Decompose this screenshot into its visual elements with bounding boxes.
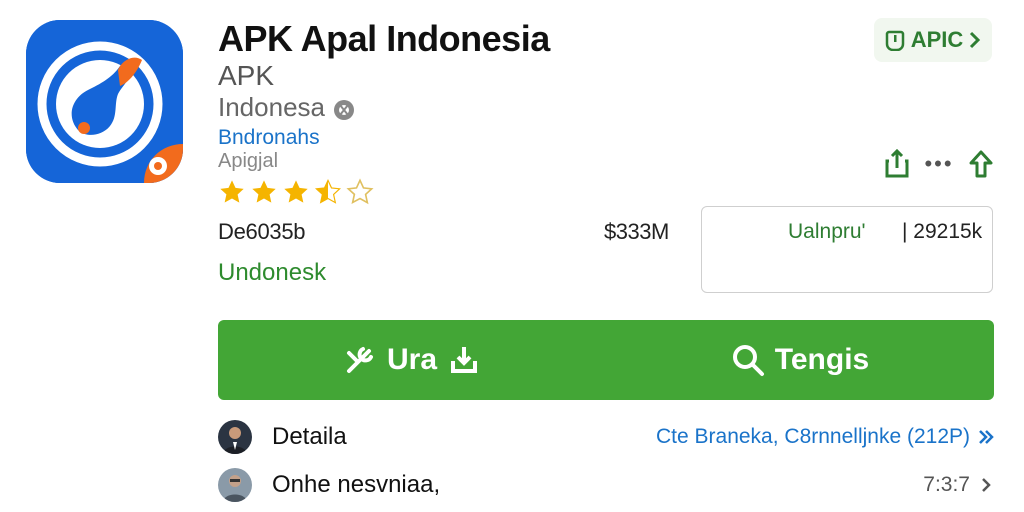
chevron-right-icon <box>982 478 991 492</box>
search-icon <box>732 345 764 376</box>
app-region-label: Indonesa <box>218 92 325 122</box>
upload-arrow-icon[interactable] <box>968 149 994 179</box>
download-stats-box: Ualnpru' | 29215k <box>701 206 993 293</box>
avatar <box>218 468 252 502</box>
download-label: Ualnpru' <box>788 220 866 243</box>
search-button-label: Tengis <box>774 343 870 376</box>
info-row-label: Onhe nesvniaa, <box>272 471 441 498</box>
install-button[interactable]: Ura <box>218 320 606 400</box>
apic-badge-button[interactable]: APIC <box>874 18 992 62</box>
details-row-value: Cte Branekа, C8rnnelljnke (212P) <box>656 425 970 448</box>
chevron-right-icon <box>970 31 981 49</box>
star-empty-icon <box>346 178 374 205</box>
download-icon <box>451 347 478 373</box>
app-icon <box>26 20 183 183</box>
star-full-icon <box>284 180 308 203</box>
globe-icon <box>333 97 355 120</box>
install-button-label: Ura <box>386 343 438 376</box>
publisher-link[interactable]: Undonesk <box>218 259 326 287</box>
double-chevron-right-icon <box>979 430 994 444</box>
more-dots-icon[interactable]: ••• <box>921 149 957 179</box>
size-text: $333M <box>604 219 669 244</box>
app-type: APK <box>218 60 275 91</box>
info-row[interactable]: Onhe nesvniaa, 7:3:7 <box>218 465 994 505</box>
star-full-icon <box>220 180 244 203</box>
apic-badge-label: APIC <box>910 27 964 52</box>
app-region: Indonesa <box>218 92 355 123</box>
tools-icon <box>346 347 373 373</box>
info-row-value: 7:3:7 <box>923 473 970 496</box>
developer-link[interactable]: Bndronahs <box>218 126 320 150</box>
details-row-label: Detaila <box>272 423 347 450</box>
rating-stars <box>218 178 374 206</box>
search-button[interactable]: Tengis <box>606 320 994 400</box>
details-row[interactable]: Detaila Cte Branekа, C8rnnelljnke (212P) <box>218 417 994 457</box>
primary-action-bar: Ura Tengis <box>218 320 994 400</box>
app-actions: ••• <box>884 146 994 182</box>
app-title: APK Apal Indonesia <box>218 18 550 59</box>
shield-icon <box>885 30 904 51</box>
avatar <box>218 420 252 454</box>
share-icon[interactable] <box>884 149 910 179</box>
version-text: De6035b <box>218 219 306 244</box>
star-full-icon <box>252 180 276 203</box>
star-half-icon <box>314 178 341 204</box>
download-count: | 29215k <box>902 220 983 243</box>
category-text: Apigjal <box>218 150 279 172</box>
